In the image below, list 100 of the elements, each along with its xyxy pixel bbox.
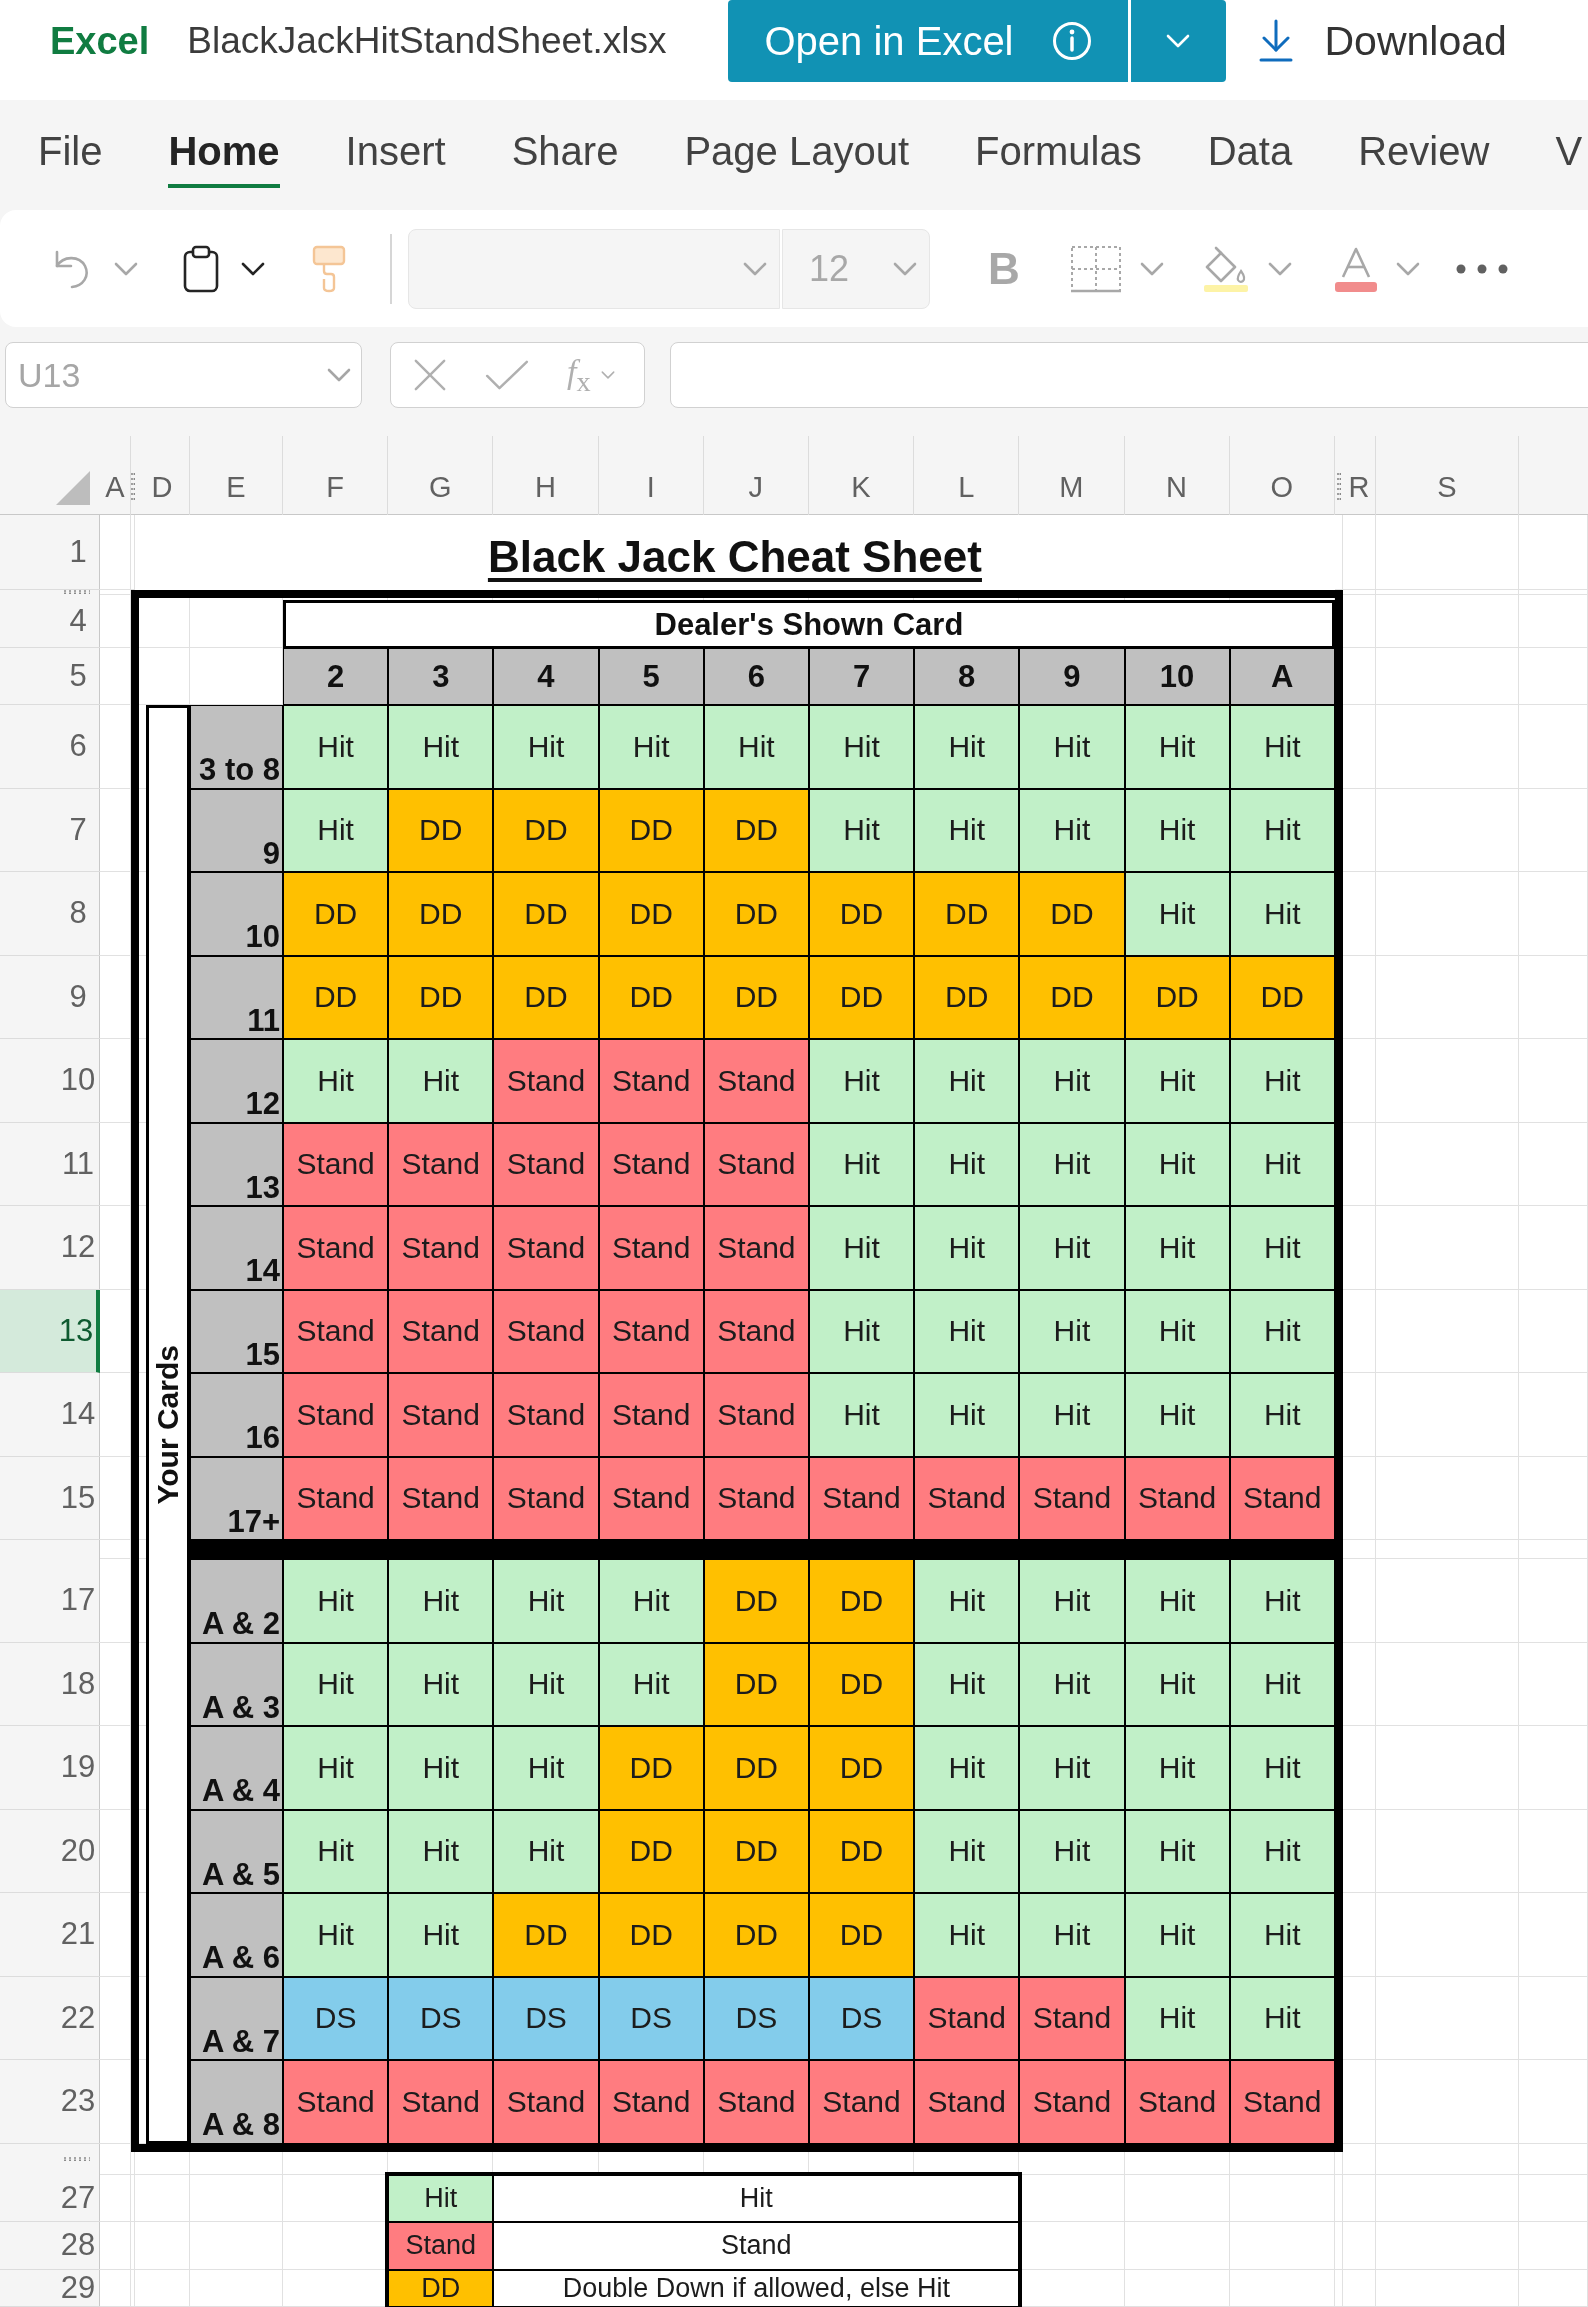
ribbon-tab[interactable]: Share — [511, 128, 619, 188]
table-cell: Hit — [493, 705, 599, 789]
column-letter[interactable]: O — [1229, 436, 1335, 515]
caret-icon — [327, 368, 351, 382]
download-button[interactable]: Download — [1258, 17, 1507, 65]
ribbon-tab[interactable]: Review — [1358, 128, 1490, 188]
table-cell: Hit — [1229, 1726, 1335, 1810]
dotted-line-icon[interactable] — [1336, 473, 1342, 501]
column-letter[interactable]: G — [388, 436, 494, 515]
column-letter[interactable]: H — [493, 436, 599, 515]
row-number[interactable]: 15 — [0, 1456, 100, 1540]
paste-button[interactable] — [183, 244, 265, 293]
table-cell: Hit — [388, 1642, 494, 1726]
row-header-cell: 16 — [190, 1373, 283, 1457]
column-letter[interactable]: J — [703, 436, 809, 515]
table-cell: Hit — [493, 1642, 599, 1726]
row-number[interactable]: 18 — [0, 1642, 100, 1726]
row-number[interactable]: 10 — [0, 1039, 100, 1123]
column-letter[interactable]: D — [135, 436, 190, 515]
table-cell: Hit — [1229, 1809, 1335, 1893]
column-letter[interactable]: A — [100, 436, 131, 515]
table-cell: Hit — [1124, 1893, 1230, 1977]
row-number[interactable]: 14 — [0, 1373, 100, 1457]
table-cell: DS — [493, 1976, 599, 2060]
row-number[interactable]: 29 — [0, 2269, 100, 2307]
dropdown-button[interactable] — [1130, 0, 1226, 82]
row-number[interactable]: 19 — [0, 1726, 100, 1810]
row-number[interactable]: 7 — [0, 788, 100, 872]
table-cell: DD — [703, 1726, 809, 1810]
table-cell: Hit — [808, 1289, 915, 1373]
ribbon-tab[interactable]: Home — [168, 128, 280, 188]
row-number[interactable]: 4 — [0, 595, 100, 648]
column-letter[interactable]: N — [1124, 436, 1230, 515]
ribbon-tab[interactable]: Page Layout — [684, 128, 910, 188]
table-cell: Hit — [1124, 1206, 1230, 1290]
table-cell: Hit — [914, 1559, 1020, 1643]
open-in-app-button[interactable]: Open in Excel — [728, 0, 1128, 82]
row-number[interactable]: 17 — [0, 1559, 100, 1643]
table-cell: DS — [388, 1976, 494, 2060]
caret-icon — [893, 261, 917, 276]
table-cell: Stand — [808, 2060, 915, 2144]
dotted-line-icon[interactable] — [64, 590, 90, 595]
table-cell: Hit — [1229, 1976, 1335, 2060]
row-number[interactable]: 12 — [0, 1206, 100, 1290]
table-cell: Hit — [1124, 1559, 1230, 1643]
ribbon-tab[interactable]: Formulas — [975, 128, 1142, 188]
dotted-line-icon[interactable] — [64, 2156, 90, 2162]
row-number[interactable]: 23 — [0, 2060, 100, 2144]
table-cell: Stand — [493, 1289, 599, 1373]
row-number[interactable]: 20 — [0, 1809, 100, 1893]
column-letter[interactable]: F — [283, 436, 389, 515]
column-letter[interactable]: S — [1375, 436, 1519, 515]
ribbon-tab[interactable]: Insert — [345, 128, 446, 188]
table-cell: Hit — [1019, 1893, 1125, 1977]
table-cell: Hit — [1019, 1206, 1125, 1290]
row-number[interactable]: 8 — [0, 872, 100, 956]
row-number[interactable]: 6 — [0, 705, 100, 789]
row-number[interactable]: 22 — [0, 1976, 100, 2060]
column-letter[interactable]: L — [914, 436, 1020, 515]
select-all-triangle-icon[interactable] — [56, 471, 90, 505]
row-number[interactable]: 27 — [0, 2174, 100, 2222]
row-header-cell: A & 6 — [190, 1893, 283, 1977]
formula-input[interactable] — [670, 342, 1588, 408]
more-button[interactable] — [1455, 263, 1508, 274]
row-number[interactable]: 13 — [0, 1289, 100, 1373]
table-cell: Stand — [598, 2060, 704, 2144]
row-number[interactable]: 5 — [0, 648, 100, 705]
row-number[interactable]: 9 — [0, 955, 100, 1039]
table-cell: Hit — [283, 1559, 389, 1643]
table-cell: DD — [493, 1893, 599, 1977]
table-cell: Stand — [493, 1456, 599, 1540]
column-letter[interactable]: E — [190, 436, 283, 515]
ribbon-tab[interactable]: Data — [1207, 128, 1293, 188]
row-number[interactable]: 21 — [0, 1893, 100, 1977]
table-cell: Hit — [1229, 1206, 1335, 1290]
row-number[interactable]: 11 — [0, 1122, 100, 1206]
table-cell: Hit — [1019, 705, 1125, 789]
column-letter[interactable]: K — [808, 436, 915, 515]
caret-icon — [241, 261, 265, 276]
app-name[interactable]: Excel — [50, 19, 150, 63]
table-cell: Hit — [1019, 1809, 1125, 1893]
table-cell: Hit — [493, 1559, 599, 1643]
table-cell: Stand — [283, 1456, 389, 1540]
table-cell: Stand — [283, 1289, 389, 1373]
column-letter[interactable]: I — [598, 436, 704, 515]
table-cell: Stand — [598, 1039, 704, 1123]
column-letter[interactable]: M — [1019, 436, 1125, 515]
table-cell: Hit — [1124, 705, 1230, 789]
row-number[interactable]: 28 — [0, 2221, 100, 2270]
table-cell: Hit — [808, 1039, 915, 1123]
ribbon-tab[interactable]: V — [1555, 128, 1583, 188]
table-cell: Hit — [914, 1206, 1020, 1290]
ribbon-tab[interactable]: File — [38, 128, 103, 188]
table-cell: DD — [703, 788, 809, 872]
column-letter[interactable]: R — [1342, 436, 1376, 515]
check-icon[interactable] — [483, 358, 531, 392]
table-cell: Hit — [1229, 1039, 1335, 1123]
row-number[interactable]: 1 — [0, 515, 100, 590]
dotted-line-icon[interactable] — [130, 473, 136, 501]
close-icon[interactable] — [413, 358, 447, 392]
